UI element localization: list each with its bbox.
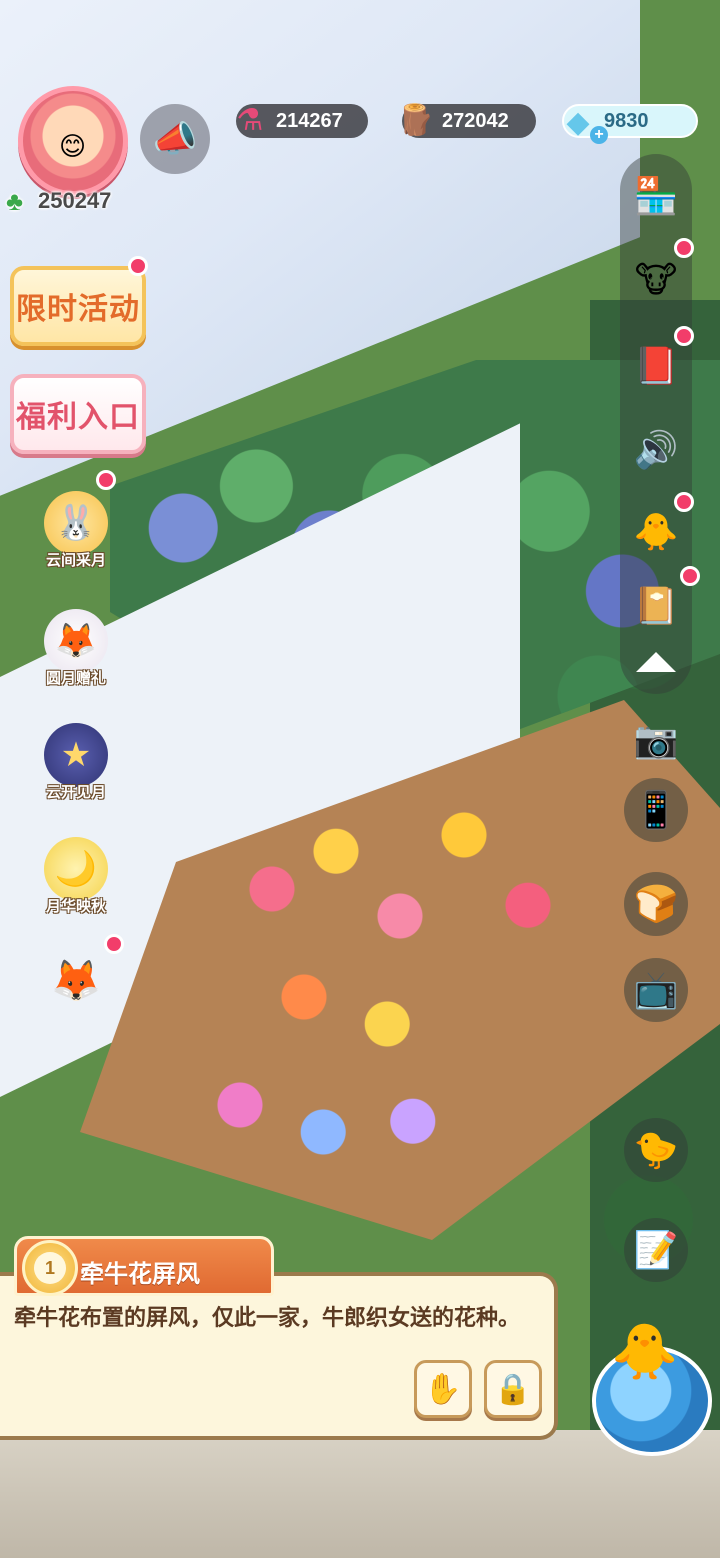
event-character-label: 云开见月 (45, 784, 106, 801)
move-item-button[interactable]: ✋ (414, 1360, 472, 1418)
camera-button[interactable]: 📷 (624, 708, 688, 772)
book-button[interactable]: 📕 (624, 334, 688, 398)
rank-badge: 1 (22, 1240, 78, 1296)
event-character-3[interactable]: ★ 云开见月 (34, 712, 118, 802)
couple-chick-icon: 🐤 (633, 1129, 679, 1170)
rank-number: 1 (34, 1252, 66, 1284)
add-gem-icon[interactable]: + (590, 126, 608, 144)
event-character-label: 月华映秋 (45, 898, 106, 915)
notebook-icon: 📝 (633, 1229, 679, 1270)
fox-helper-button[interactable]: 🦊 (46, 950, 106, 1010)
megaphone-button[interactable]: 📣 (140, 104, 210, 174)
cow-friends-icon: 🐮 (634, 259, 678, 300)
gem-resource[interactable]: ◆ + 9830 (562, 104, 698, 144)
bun-pile-button[interactable]: 🍞 (624, 872, 688, 936)
phone-button[interactable]: 📱 (624, 778, 688, 842)
limited-event-button[interactable]: 限时活动 (10, 266, 146, 346)
fox-notification-dot (104, 934, 124, 954)
potion-icon: ⚗ (236, 103, 264, 137)
lock-item-button[interactable]: 🔒 (484, 1360, 542, 1418)
phone-icon: 📱 (633, 789, 679, 830)
chick-wing-icon: 🐥 (633, 511, 679, 552)
event-character-2[interactable]: 🦊 圆月赠礼 (34, 598, 118, 688)
player-avatar[interactable]: 😊 (18, 86, 128, 196)
wood-log-icon: 🪵 (397, 103, 435, 137)
welfare-label: 福利入口 (16, 400, 140, 435)
stone-plaza (0, 1430, 720, 1558)
likes-counter: ♣ 250247 (6, 186, 111, 216)
event-character-4[interactable]: 🌙 月华映秋 (34, 826, 118, 916)
book-icon: 📕 (633, 345, 679, 386)
winged-chick-icon: 🐥 (611, 1321, 679, 1382)
journal-icon: 📔 (633, 585, 679, 626)
speaker-button[interactable]: 🔊 (624, 418, 688, 482)
event-character-label: 圆月赠礼 (45, 670, 106, 687)
notebook-button[interactable]: 📝 (624, 1218, 688, 1282)
camera-icon: 📷 (633, 719, 679, 760)
star-hat-icon: ★ (44, 723, 108, 787)
tv-icon: 📺 (633, 969, 679, 1010)
shop-button[interactable]: 🏪 (624, 164, 688, 228)
fox-icon: 🦊 (51, 958, 101, 1003)
limited-event-label: 限时活动 (16, 292, 140, 327)
item-title: 牵牛花屏风 (80, 1260, 200, 1288)
event-character-1[interactable]: 🐰 云间采月 (34, 480, 118, 570)
move-icon: ✋ (424, 1372, 462, 1406)
girl-avatar-icon: 😊 (59, 131, 87, 161)
chick-wing-button[interactable]: 🐥 (624, 500, 688, 564)
lock-icon: 🔒 (494, 1372, 532, 1406)
tv-button[interactable]: 📺 (624, 958, 688, 1022)
moon-girl-icon: 🌙 (44, 837, 108, 901)
event-notification-dot (128, 256, 148, 276)
couple-chick-button[interactable]: 🐤 (624, 1118, 688, 1182)
likes-value: 250247 (38, 188, 112, 213)
event-character-label: 云间采月 (45, 552, 106, 569)
bun-pile-icon: 🍞 (633, 883, 679, 924)
journal-button[interactable]: 📔 (624, 574, 688, 638)
white-fox-icon: 🦊 (44, 609, 108, 673)
megaphone-icon: 📣 (152, 118, 198, 159)
welfare-button[interactable]: 福利入口 (10, 374, 146, 454)
character-notification-dot (96, 470, 116, 490)
collapse-arrow-icon[interactable] (636, 652, 676, 672)
bunny-girl-icon: 🐰 (44, 491, 108, 555)
friends-button[interactable]: 🐮 (624, 248, 688, 312)
wood-resource[interactable]: 🪵 272042 (397, 104, 536, 138)
shop-icon: 🏪 (633, 175, 679, 216)
clover-icon: ♣ (6, 186, 24, 216)
item-description: 牵牛花布置的屏风，仅此一家，牛郎织女送的花种。 (14, 1306, 521, 1331)
potion-resource[interactable]: ⚗ 214267 (236, 104, 368, 138)
speaker-icon: 🔊 (633, 429, 679, 470)
item-info-panel (0, 1272, 558, 1440)
